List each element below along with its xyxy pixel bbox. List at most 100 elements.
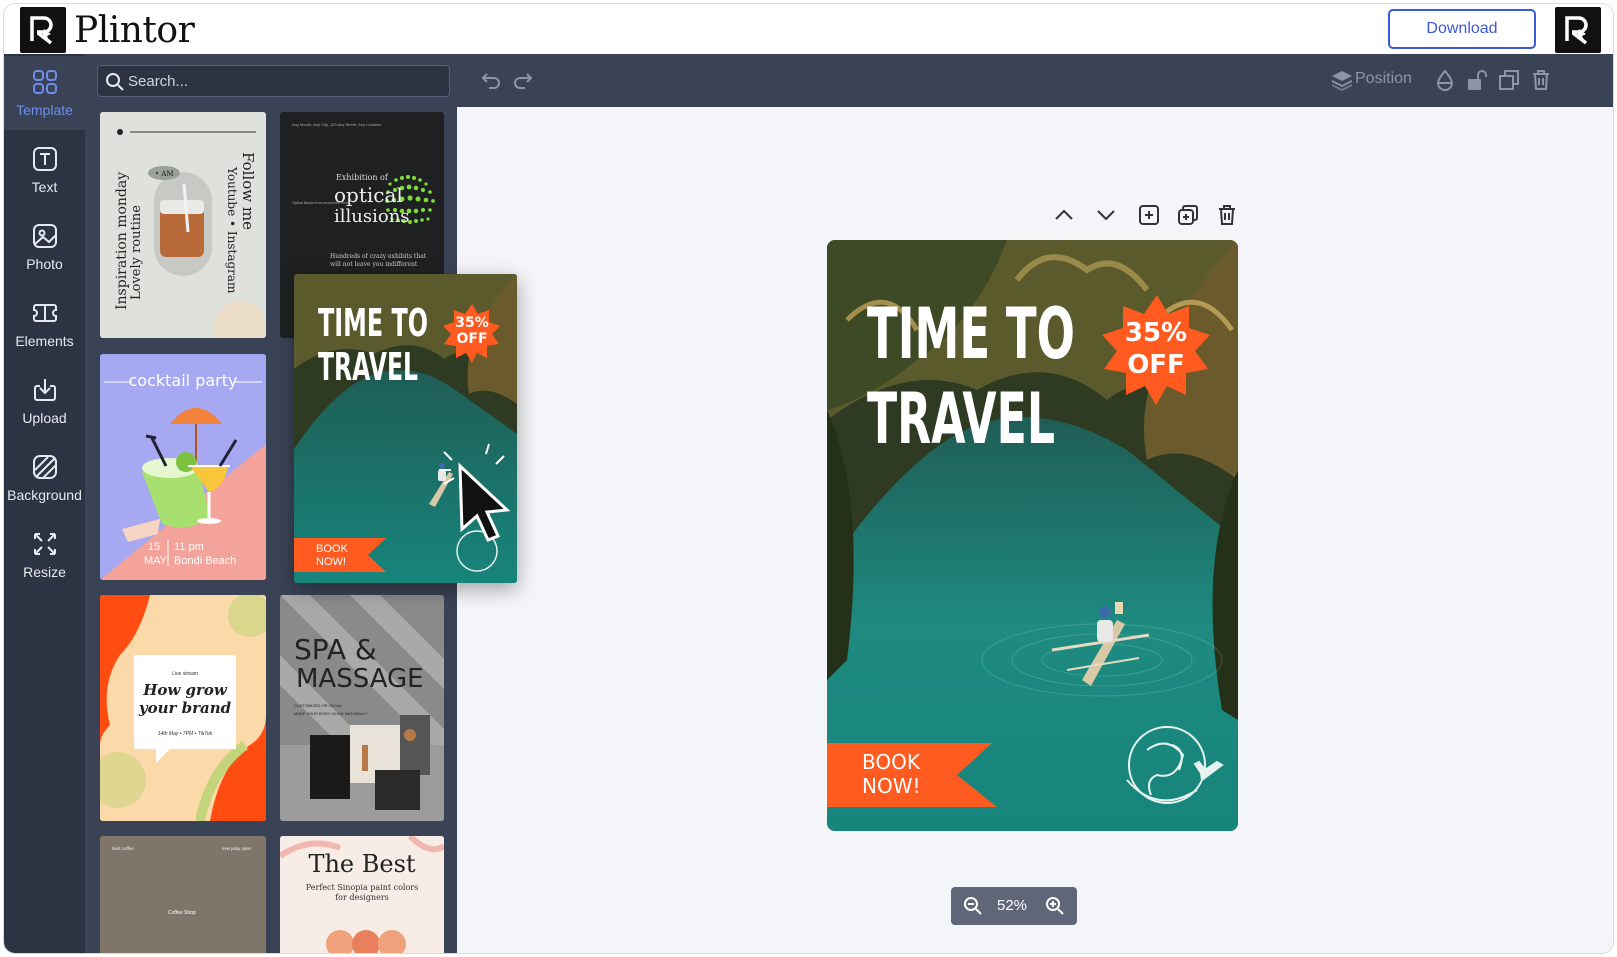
spa-sub1: CUSTOMIZED OR FACIAL xyxy=(294,703,343,708)
duplicate-page-icon[interactable] xyxy=(1176,203,1200,227)
trash-icon[interactable] xyxy=(1529,68,1553,92)
nav-label: Elements xyxy=(15,333,74,349)
discount-off: OFF xyxy=(1127,350,1185,380)
follow-me-text: Follow me xyxy=(239,152,257,230)
socials-text: Youtube • Instagram xyxy=(225,166,239,294)
template-card-routine[interactable]: • AM Inspiration monday Lovely routine F… xyxy=(100,112,266,338)
tag-text: • AM xyxy=(155,170,174,178)
design-artboard[interactable]: TIME TO TRAVEL 35% OFF BOOK NOW! xyxy=(827,240,1238,831)
nav-text[interactable]: Text xyxy=(4,133,85,207)
mini-headline1: TIME TO xyxy=(318,301,428,345)
nav-elements[interactable]: Elements xyxy=(4,287,85,361)
editor-toolbar: Position xyxy=(457,54,1613,107)
exhibition-footer1: Hundreds of crazy exhibits that xyxy=(330,253,427,260)
add-page-icon[interactable] xyxy=(1137,203,1161,227)
left-nav: Template Text Photo Elements Upload Back… xyxy=(4,54,85,953)
opacity-icon[interactable] xyxy=(1433,68,1457,92)
cocktail-place: Bondi Beach xyxy=(174,555,236,567)
lock-icon[interactable] xyxy=(1465,68,1489,92)
template-card-coffee[interactable]: best coffee everyday open Coffee Shop xyxy=(100,836,266,953)
template-card-cocktail[interactable]: cocktail party 15 MAY 11 pm Bondi Beach xyxy=(100,354,266,580)
coffee-right: everyday open xyxy=(222,846,252,851)
brand-title1: How grow xyxy=(142,681,228,699)
spa-title1: SPA & xyxy=(294,633,377,666)
download-button[interactable]: Download xyxy=(1388,9,1536,49)
background-icon xyxy=(32,455,57,479)
search-input[interactable] xyxy=(128,66,438,96)
zoom-in-icon[interactable] xyxy=(1045,896,1065,916)
headline-line1: TIME TO xyxy=(867,293,1075,375)
discount-percent: 35% xyxy=(1125,318,1187,348)
nav-upload[interactable]: Upload xyxy=(4,364,85,438)
zoom-level: 52% xyxy=(997,897,1028,914)
mini-discount-percent: 35% xyxy=(455,315,489,331)
duplicate-icon[interactable] xyxy=(1497,68,1521,92)
nav-resize[interactable]: Resize xyxy=(4,518,85,592)
upload-icon xyxy=(33,379,56,401)
exhibition-header: Any Month, Any City, 123 Any Street, Any… xyxy=(292,122,381,127)
headline-line2: TRAVEL xyxy=(867,378,1055,460)
nav-label: Upload xyxy=(22,410,67,426)
cocktail-time: 11 pm xyxy=(174,541,204,553)
template-card-the-best[interactable]: The Best Perfect Sinopia paint colors fo… xyxy=(280,836,444,953)
spa-sub2: MAKE YOUR BODY GLOW NATURALLY xyxy=(294,711,368,716)
undo-icon[interactable] xyxy=(479,68,503,92)
coffee-center: Coffee Shop xyxy=(168,910,196,916)
app-window: Plintor Download Template Text Photo Ele… xyxy=(3,3,1614,954)
nav-label: Template xyxy=(16,102,73,118)
template-card-brand[interactable]: Live stream How grow your brand 14th May… xyxy=(100,595,266,821)
illusions-text: illusions xyxy=(334,206,410,227)
delete-page-icon[interactable] xyxy=(1215,203,1239,227)
logo-icon[interactable] xyxy=(20,7,66,53)
exhibition-footer2: will not leave you indifferent xyxy=(330,261,418,268)
resize-icon xyxy=(33,533,56,555)
best-title: The Best xyxy=(308,850,415,878)
spa-title2: MASSAGE xyxy=(296,664,424,694)
nav-template[interactable]: Template xyxy=(4,56,85,130)
dragging-template-card[interactable]: TIME TO TRAVEL 35% OFF BOOK NOW! xyxy=(294,274,517,583)
search-icon xyxy=(106,73,124,91)
cta-line2: NOW! xyxy=(862,774,921,798)
mini-headline2: TRAVEL xyxy=(318,345,418,389)
search-box xyxy=(97,65,450,97)
best-sub2: for designers xyxy=(335,893,389,902)
move-up-icon[interactable] xyxy=(1052,203,1076,227)
nav-photo[interactable]: Photo xyxy=(4,210,85,284)
mini-cta1: BOOK xyxy=(316,543,348,555)
brand-date: 14th May • 7PM • TikTok xyxy=(158,731,213,737)
text-icon xyxy=(32,147,57,171)
mini-discount-off: OFF xyxy=(456,331,487,347)
brand-title2: your brand xyxy=(138,699,232,717)
move-down-icon[interactable] xyxy=(1094,203,1118,227)
nav-label: Photo xyxy=(26,256,63,272)
nav-label: Resize xyxy=(23,564,66,580)
template-card-spa[interactable]: SPA & MASSAGE CUSTOMIZED OR FACIAL MAKE … xyxy=(280,595,444,821)
cocktail-day: 15 xyxy=(148,541,160,553)
coffee-left: best coffee xyxy=(112,846,134,851)
nav-label: Text xyxy=(31,179,58,195)
exhibition-of: Exhibition of xyxy=(336,173,389,182)
cocktail-month: MAY xyxy=(144,555,168,567)
position-label[interactable]: Position xyxy=(1355,70,1412,88)
zoom-bar: 52% xyxy=(951,887,1077,925)
routine-line2: Lovely routine xyxy=(129,205,144,300)
layers-icon[interactable] xyxy=(1330,68,1354,92)
top-bar: Plintor Download xyxy=(4,4,1613,54)
photo-icon xyxy=(32,224,57,248)
brand-top: Live stream xyxy=(172,671,198,677)
brand-name: Plintor xyxy=(74,10,195,51)
redo-icon[interactable] xyxy=(511,68,535,92)
routine-line1: Inspiration monday xyxy=(114,172,130,310)
zoom-out-icon[interactable] xyxy=(963,896,983,916)
grid-icon xyxy=(32,70,57,94)
cocktail-title: cocktail party xyxy=(129,371,238,390)
nav-label: Background xyxy=(7,487,82,503)
mini-cta2: NOW! xyxy=(316,556,346,568)
account-logo-icon[interactable] xyxy=(1555,7,1601,53)
elements-icon xyxy=(32,304,57,322)
canvas-area: TIME TO TRAVEL 35% OFF BOOK NOW! 52% xyxy=(457,107,1613,953)
nav-background[interactable]: Background xyxy=(4,441,85,515)
exhibition-side: Optical illusion from around the world xyxy=(292,201,350,205)
cta-line1: BOOK xyxy=(862,750,921,774)
best-sub1: Perfect Sinopia paint colors xyxy=(306,883,418,892)
